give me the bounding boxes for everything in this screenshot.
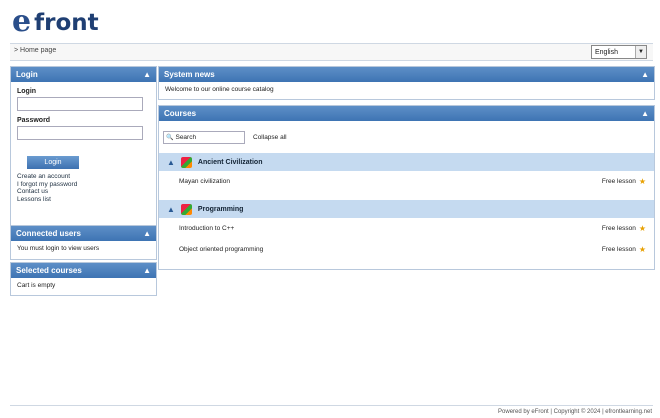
- collapse-icon[interactable]: ▲: [143, 266, 151, 275]
- login-button[interactable]: Login: [27, 156, 79, 169]
- login-title: Login: [16, 70, 38, 79]
- search-placeholder: Search: [175, 133, 197, 141]
- connected-users-header: Connected users ▲: [11, 226, 156, 241]
- lessons-list-link[interactable]: Lessons list: [17, 196, 156, 204]
- collapse-icon[interactable]: ▲: [641, 109, 649, 118]
- home-link[interactable]: > Home page: [14, 47, 56, 54]
- star-icon: ★: [638, 245, 646, 254]
- connected-users-text: You must login to view users: [17, 245, 100, 252]
- course-row[interactable]: Mayan civilization Free lesson ★: [159, 171, 654, 192]
- selected-courses-panel: Selected courses ▲ Cart is empty: [10, 262, 157, 296]
- puzzle-icon: [180, 156, 192, 168]
- efront-logo[interactable]: e front: [12, 4, 99, 39]
- star-icon: ★: [638, 177, 646, 186]
- login-label: Login: [17, 88, 37, 95]
- expand-triangle-icon: ▲: [167, 157, 175, 167]
- language-value: English: [595, 48, 618, 56]
- course-name[interactable]: Introduction to C++: [179, 225, 234, 232]
- price-tag: Free lesson ★: [602, 177, 646, 186]
- contact-us-link[interactable]: Contact us: [17, 188, 156, 196]
- course-row[interactable]: Introduction to C++ Free lesson ★: [159, 218, 654, 239]
- category-name: Ancient Civilization: [197, 158, 263, 166]
- system-news-title: System news: [164, 70, 215, 79]
- language-select[interactable]: English ▼: [591, 45, 647, 59]
- selected-courses-title: Selected courses: [16, 266, 82, 275]
- search-icon: 🔍: [166, 134, 174, 141]
- bottom-divider: [10, 405, 653, 406]
- login-panel: Login ▲ Login Password Login Create an a…: [10, 66, 157, 246]
- collapse-all-link[interactable]: Collapse all: [253, 134, 287, 141]
- create-account-link[interactable]: Create an account: [17, 173, 156, 181]
- collapse-icon[interactable]: ▲: [641, 70, 649, 79]
- search-input[interactable]: 🔍 Search: [163, 130, 245, 144]
- login-panel-header: Login ▲: [11, 67, 156, 82]
- category-header[interactable]: ▲ Ancient Civilization: [159, 153, 654, 171]
- course-name[interactable]: Mayan civilization: [179, 178, 230, 185]
- courses-toolbar: 🔍 Search Collapse all: [159, 129, 654, 145]
- connected-users-title: Connected users: [16, 229, 81, 238]
- selected-courses-header: Selected courses ▲: [11, 263, 156, 278]
- course-name[interactable]: Object oriented programming: [179, 246, 263, 253]
- courses-panel: Courses ▲ 🔍 Search Collapse all ▲ Ancien…: [158, 105, 655, 270]
- login-field[interactable]: [17, 97, 143, 111]
- connected-users-panel: Connected users ▲ You must login to view…: [10, 225, 157, 260]
- password-label: Password: [17, 117, 51, 124]
- expand-triangle-icon: ▲: [167, 204, 175, 214]
- chevron-down-icon: ▼: [635, 46, 646, 58]
- system-news-header: System news ▲: [159, 67, 654, 82]
- footer-text: Powered by eFront | Copyright © 2024 | e…: [498, 409, 652, 415]
- courses-title: Courses: [164, 109, 197, 118]
- top-bar: > Home page English ▼: [10, 43, 653, 61]
- collapse-icon[interactable]: ▲: [143, 229, 151, 238]
- logo-letter: e: [12, 4, 32, 39]
- star-icon: ★: [638, 224, 646, 233]
- price-label: Free lesson: [601, 225, 636, 232]
- category-name: Programming: [197, 205, 244, 213]
- price-tag: Free lesson ★: [602, 245, 646, 254]
- news-item[interactable]: Welcome to our online course catalog: [159, 82, 654, 97]
- courses-header: Courses ▲: [159, 106, 654, 121]
- password-field[interactable]: [17, 126, 143, 140]
- system-news-panel: System news ▲ Welcome to our online cour…: [158, 66, 655, 100]
- price-tag: Free lesson ★: [602, 224, 646, 233]
- forgot-password-link[interactable]: I forgot my password: [17, 181, 156, 189]
- logo-text: front: [34, 10, 99, 36]
- cart-status-text: Cart is empty: [17, 282, 56, 289]
- category-header[interactable]: ▲ Programming: [159, 200, 654, 218]
- collapse-icon[interactable]: ▲: [143, 70, 151, 79]
- price-label: Free lesson: [601, 246, 636, 253]
- course-row[interactable]: Object oriented programming Free lesson …: [159, 239, 654, 260]
- price-label: Free lesson: [601, 178, 636, 185]
- puzzle-icon: [180, 203, 192, 215]
